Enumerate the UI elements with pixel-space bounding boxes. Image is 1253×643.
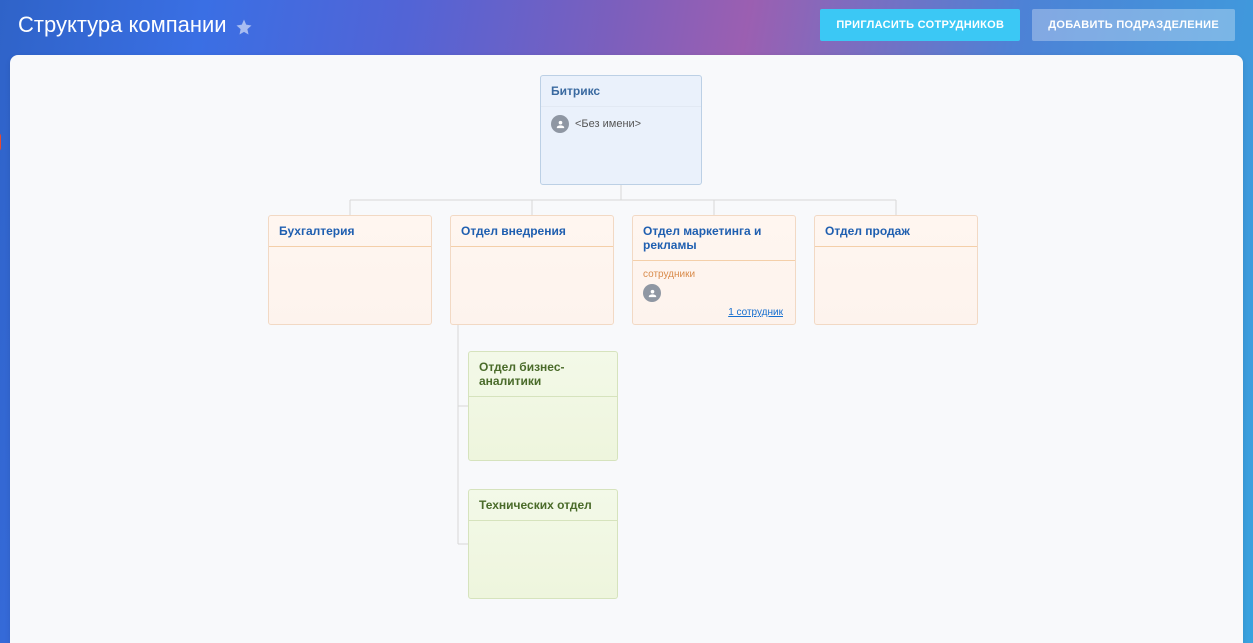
dept-marketing-employees-label: сотрудники xyxy=(643,269,785,280)
org-root-body: <Без имени> xyxy=(541,107,701,177)
dept-business-analytics-node[interactable]: Отдел бизнес-аналитики xyxy=(468,351,618,461)
dept-implementation-body xyxy=(451,247,613,317)
dept-marketing-employee-count-link[interactable]: 1 сотрудник xyxy=(728,307,783,318)
favorite-star-icon[interactable] xyxy=(235,16,253,34)
dept-accounting-title[interactable]: Бухгалтерия xyxy=(269,216,431,247)
org-root-title[interactable]: Битрикс xyxy=(541,76,701,107)
org-root-head-name: <Без имени> xyxy=(575,118,641,130)
dept-marketing-title[interactable]: Отдел маркетинга и рекламы xyxy=(633,216,795,261)
dept-accounting-node[interactable]: Бухгалтерия xyxy=(268,215,432,325)
employee-avatar-icon[interactable] xyxy=(643,284,661,302)
page-header: Структура компании ПРИГЛАСИТЬ СОТРУДНИКО… xyxy=(0,0,1253,50)
user-avatar-icon xyxy=(551,115,569,133)
dept-technical-body xyxy=(469,521,617,591)
org-root-node[interactable]: Битрикс <Без имени> xyxy=(540,75,702,185)
dept-technical-node[interactable]: Технических отдел xyxy=(468,489,618,599)
dept-accounting-body xyxy=(269,247,431,317)
dept-technical-title[interactable]: Технических отдел xyxy=(469,490,617,521)
org-root-head-row[interactable]: <Без имени> xyxy=(551,115,691,133)
page-title-text: Структура компании xyxy=(18,12,227,38)
invite-employees-button[interactable]: ПРИГЛАСИТЬ СОТРУДНИКОВ xyxy=(820,9,1020,41)
dept-business-analytics-body xyxy=(469,397,617,467)
dept-implementation-title[interactable]: Отдел внедрения xyxy=(451,216,613,247)
org-chart-workspace: Битрикс <Без имени> Бухгалтерия Отдел вн… xyxy=(10,55,1243,643)
page-root: Структура компании ПРИГЛАСИТЬ СОТРУДНИКО… xyxy=(0,0,1253,643)
dept-sales-title[interactable]: Отдел продаж xyxy=(815,216,977,247)
dept-sales-body xyxy=(815,247,977,317)
add-department-button[interactable]: ДОБАВИТЬ ПОДРАЗДЕЛЕНИЕ xyxy=(1032,9,1235,41)
dept-implementation-node[interactable]: Отдел внедрения xyxy=(450,215,614,325)
header-buttons: ПРИГЛАСИТЬ СОТРУДНИКОВ ДОБАВИТЬ ПОДРАЗДЕ… xyxy=(820,9,1235,41)
dept-marketing-body: сотрудники xyxy=(633,261,795,331)
left-edge-tab[interactable] xyxy=(0,133,1,151)
page-title: Структура компании xyxy=(18,12,253,38)
dept-marketing-node[interactable]: Отдел маркетинга и рекламы сотрудники 1 … xyxy=(632,215,796,325)
dept-business-analytics-title[interactable]: Отдел бизнес-аналитики xyxy=(469,352,617,397)
dept-sales-node[interactable]: Отдел продаж xyxy=(814,215,978,325)
